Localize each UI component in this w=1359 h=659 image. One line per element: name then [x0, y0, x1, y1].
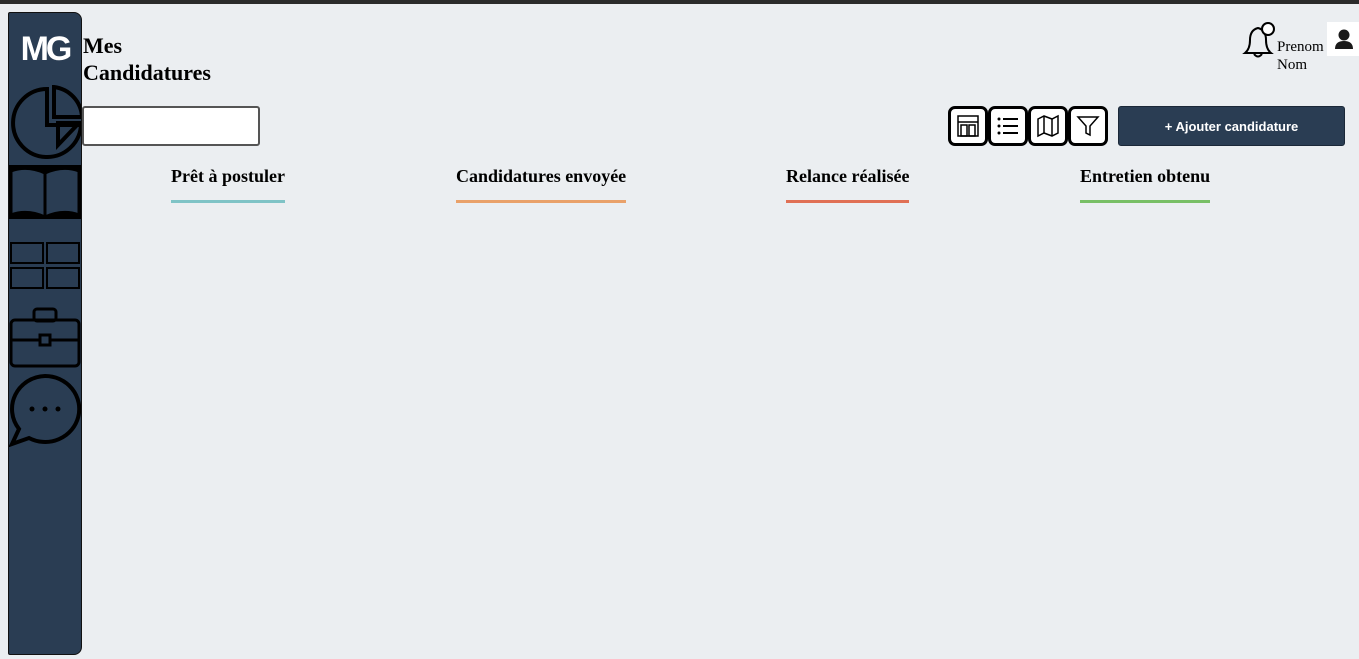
list-view-button[interactable]: [988, 106, 1028, 146]
notifications-button[interactable]: [1241, 22, 1277, 58]
map-view-button[interactable]: [1028, 106, 1068, 146]
user-first-name: Prenom: [1277, 39, 1324, 55]
add-candidature-button[interactable]: + Ajouter candidature: [1118, 106, 1345, 146]
user-icon: [1335, 29, 1353, 49]
page-title: Mes Candidatures: [83, 32, 243, 86]
kanban-icon: [957, 115, 979, 137]
column-label: Relance réalisée: [786, 166, 910, 186]
page-title-line2: Candidatures: [83, 60, 211, 85]
sidebar: MG: [8, 12, 85, 655]
column-underline: [171, 200, 285, 203]
column-header-relance: Relance réalisée: [786, 166, 910, 203]
user-last-name: Nom: [1277, 57, 1307, 73]
column-header-entretien: Entretien obtenu: [1080, 166, 1211, 203]
page-title-line1: Mes: [83, 33, 123, 58]
column-underline: [456, 200, 627, 203]
app-logo[interactable]: MG: [9, 31, 81, 67]
list-icon: [997, 117, 1018, 135]
sidebar-item-candidatures[interactable]: [9, 165, 81, 220]
sidebar-item-grid[interactable]: [9, 241, 81, 291]
briefcase-icon: [9, 307, 81, 368]
sidebar-item-dashboard[interactable]: [9, 84, 85, 159]
column-label: Prêt à postuler: [171, 166, 285, 186]
user-name: Prenom Nom: [1277, 38, 1324, 74]
column-header-envoyee: Candidatures envoyée: [456, 166, 627, 203]
map-icon: [1037, 114, 1059, 138]
sidebar-item-jobs[interactable]: [9, 306, 81, 368]
column-label: Entretien obtenu: [1080, 166, 1211, 186]
filter-button[interactable]: [1068, 106, 1108, 146]
column-label: Candidatures envoyée: [456, 166, 627, 186]
column-header-pret: Prêt à postuler: [171, 166, 285, 203]
column-underline: [786, 200, 910, 203]
chat-bubble-icon: [8, 373, 82, 448]
filter-icon: [1076, 116, 1100, 137]
bell-icon: [1242, 22, 1275, 58]
kanban-view-button[interactable]: [948, 106, 988, 146]
book-open-icon: [9, 166, 81, 220]
pie-chart-icon: [11, 84, 85, 159]
grid-icon: [10, 242, 80, 289]
column-underline: [1080, 200, 1211, 203]
search-input[interactable]: [82, 106, 260, 146]
window-top-border: [0, 0, 1359, 4]
avatar[interactable]: [1327, 22, 1359, 56]
sidebar-item-messages[interactable]: [8, 373, 82, 448]
